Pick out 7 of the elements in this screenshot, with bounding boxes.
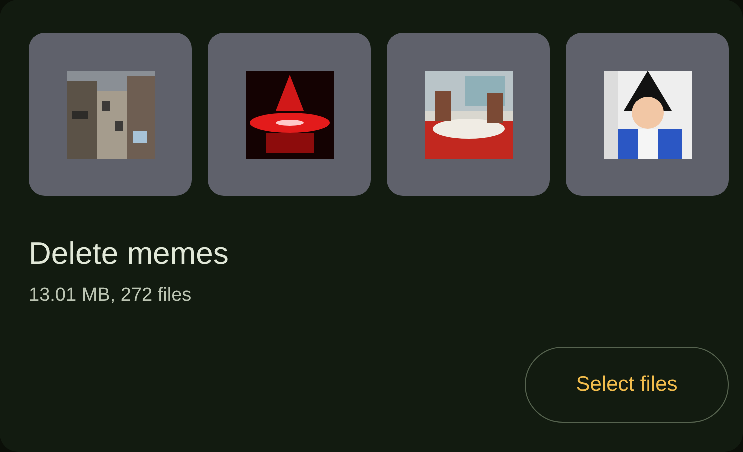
select-files-button[interactable]: Select files bbox=[525, 347, 729, 423]
thumbnail-tile[interactable] bbox=[387, 33, 550, 196]
card-title: Delete memes bbox=[29, 235, 230, 273]
card-subtitle: 13.01 MB, 272 files bbox=[29, 284, 193, 308]
thumbnail-tile[interactable] bbox=[566, 33, 729, 196]
thumbnail-tile[interactable] bbox=[208, 33, 371, 196]
thumbnail-tile[interactable] bbox=[29, 33, 192, 196]
